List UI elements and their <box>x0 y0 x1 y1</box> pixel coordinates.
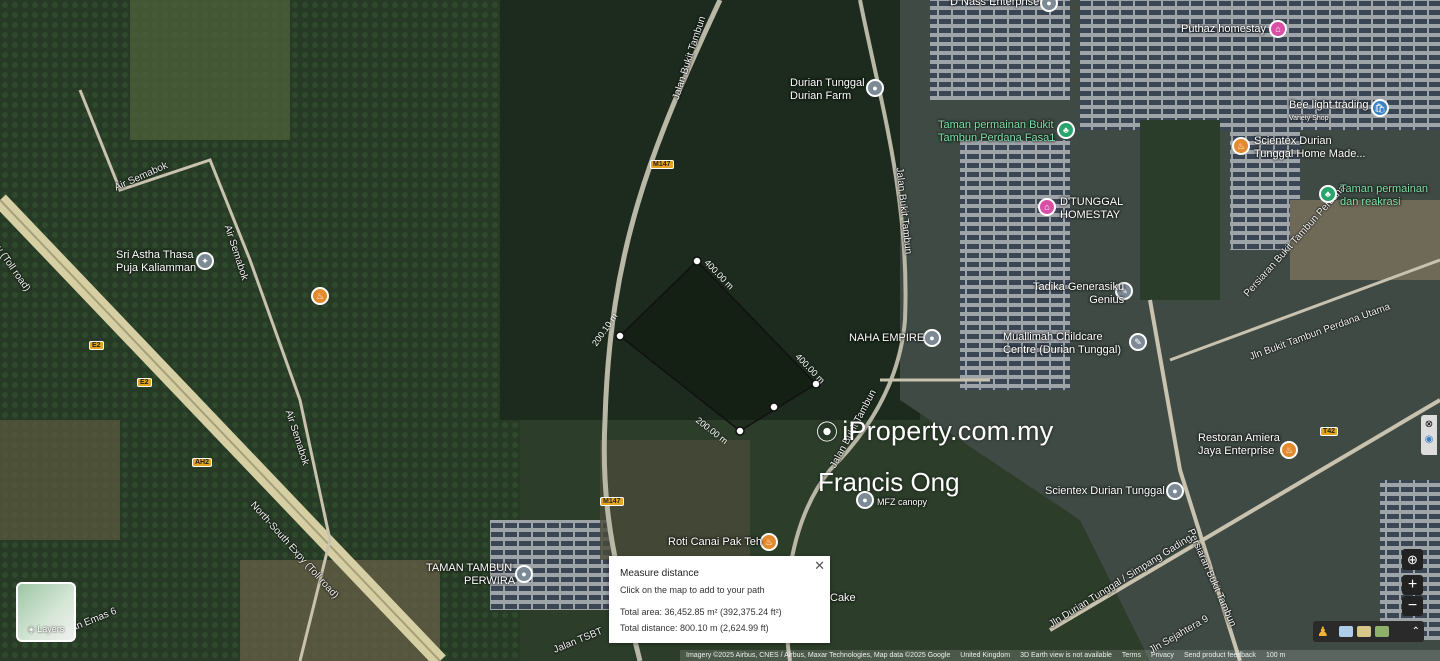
privacy-link[interactable]: Privacy <box>1151 652 1174 659</box>
place-label[interactable]: Taman permainan dan reakrasi <box>1340 183 1428 209</box>
route-shield: M147 <box>650 160 674 169</box>
close-icon[interactable]: ⊗ <box>1421 419 1437 430</box>
hotel-pin-icon[interactable]: ⌂ <box>1038 198 1056 216</box>
zoom-in-button[interactable]: + <box>1402 575 1423 595</box>
poi-pin[interactable]: ● <box>923 329 941 347</box>
place-label[interactable]: Scientex Durian Tunggal Home Made... <box>1254 135 1365 161</box>
layers-icon: ◈ <box>27 624 38 634</box>
place-label[interactable]: NAHA EMPIRE <box>849 332 924 345</box>
watermark: ⦿ iProperty.com.my Francis Ong <box>816 415 1053 498</box>
restaurant-pin-icon[interactable]: ♨ <box>311 287 329 305</box>
shop-pin-icon[interactable]: 🛍 <box>1371 99 1389 117</box>
info-icon[interactable]: ◉ <box>1421 434 1437 445</box>
measure-total-area: Total area: 36,452.85 m² (392,375.24 ft²… <box>620 607 782 617</box>
feedback-link[interactable]: Send product feedback <box>1184 652 1256 659</box>
route-shield: E2 <box>137 378 152 387</box>
place-label[interactable]: Puthaz homestay <box>1181 23 1266 36</box>
plus-icon: + <box>1407 576 1418 593</box>
location-pin-icon: ⦿ <box>816 420 839 445</box>
close-icon[interactable]: ✕ <box>814 558 825 574</box>
place-label[interactable]: Bee light trading Variety Shop <box>1289 99 1369 125</box>
layers-label: Layers <box>37 624 65 634</box>
country-link[interactable]: United Kingdom <box>960 652 1010 659</box>
school-pin-icon[interactable]: ✎ <box>1129 333 1147 351</box>
route-shield: T42 <box>1320 427 1339 436</box>
satellite-thumbnail[interactable] <box>1375 626 1389 637</box>
layers-button[interactable]: ◈ Layers <box>16 582 76 642</box>
restaurant-pin-icon[interactable]: ♨ <box>1280 441 1298 459</box>
park-pin-icon[interactable]: ♣ <box>1057 121 1075 139</box>
map-thumbnail[interactable] <box>1339 626 1353 637</box>
measure-panel-title: Measure distance <box>620 568 699 579</box>
map-type-strip[interactable]: ♟ ⌃ <box>1313 621 1424 642</box>
place-label[interactable]: D Nass Enterprise <box>950 0 1039 9</box>
route-shield: AH2 <box>192 458 213 467</box>
place-label[interactable]: Muallimah Childcare Centre (Durian Tungga… <box>1003 331 1121 357</box>
crosshair-icon: ⊕ <box>1407 551 1418 567</box>
poi-pin[interactable]: ● <box>1166 482 1184 500</box>
place-label[interactable]: Tadika Generasiku Genius <box>1033 281 1124 307</box>
temple-pin-icon[interactable]: ✦ <box>196 252 214 270</box>
side-panel-toggle[interactable]: ⊗ ◉ <box>1421 415 1437 455</box>
zoom-out-button[interactable]: − <box>1402 596 1423 616</box>
scale-bar[interactable]: 100 m <box>1266 652 1285 659</box>
minus-icon: − <box>1407 597 1418 614</box>
place-label[interactable]: Taman permainan Bukit Tambun Perdana Fasa… <box>938 119 1055 145</box>
measure-total-distance: Total distance: 800.10 m (2,624.99 ft) <box>620 623 769 633</box>
route-shield: E2 <box>89 341 104 350</box>
attribution-bar: Imagery ©2025 Airbus, CNES / Airbus, Max… <box>680 650 1440 661</box>
poi-pin[interactable]: ● <box>515 565 533 583</box>
hotel-pin-icon[interactable]: ⌂ <box>1269 20 1287 38</box>
place-label[interactable]: Restoran Amiera Jaya Enterprise <box>1198 432 1280 458</box>
park-pin-icon[interactable]: ♣ <box>1319 185 1337 203</box>
place-label[interactable]: Scientex Durian Tunggal <box>1045 485 1165 498</box>
restaurant-pin-icon[interactable]: ♨ <box>1232 137 1250 155</box>
expand-icon[interactable]: ⌃ <box>1412 626 1420 637</box>
terms-link[interactable]: Terms <box>1122 652 1141 659</box>
earth-notice: 3D Earth view is not available <box>1020 652 1112 659</box>
place-label[interactable]: Roti Canai Pak Teh <box>668 536 762 549</box>
poi-pin[interactable]: ● <box>866 79 884 97</box>
my-location-button[interactable]: ⊕ <box>1402 549 1423 570</box>
restaurant-pin-icon[interactable]: ♨ <box>760 533 778 551</box>
place-label[interactable]: Durian Tunggal Durian Farm <box>790 77 865 103</box>
imagery-attribution: Imagery ©2025 Airbus, CNES / Airbus, Max… <box>686 652 951 659</box>
terrain-thumbnail[interactable] <box>1357 626 1371 637</box>
place-label[interactable]: D'TUNGGAL HOMESTAY <box>1060 196 1123 222</box>
pegman-icon[interactable]: ♟ <box>1317 624 1335 640</box>
place-label[interactable]: Sri Astha Thasa Puja Kaliamman <box>116 249 196 275</box>
route-shield: M147 <box>600 497 624 506</box>
place-label[interactable]: TAMAN TAMBUN PERWIRA <box>426 562 515 588</box>
measure-distance-panel: ✕ Measure distance Click on the map to a… <box>609 556 830 643</box>
measure-panel-hint: Click on the map to add to your path <box>620 585 765 595</box>
watermark-brand: iProperty.com.my <box>842 415 1054 446</box>
watermark-agent-name: Francis Ong <box>818 467 960 497</box>
place-label[interactable]: Cake <box>830 592 856 605</box>
